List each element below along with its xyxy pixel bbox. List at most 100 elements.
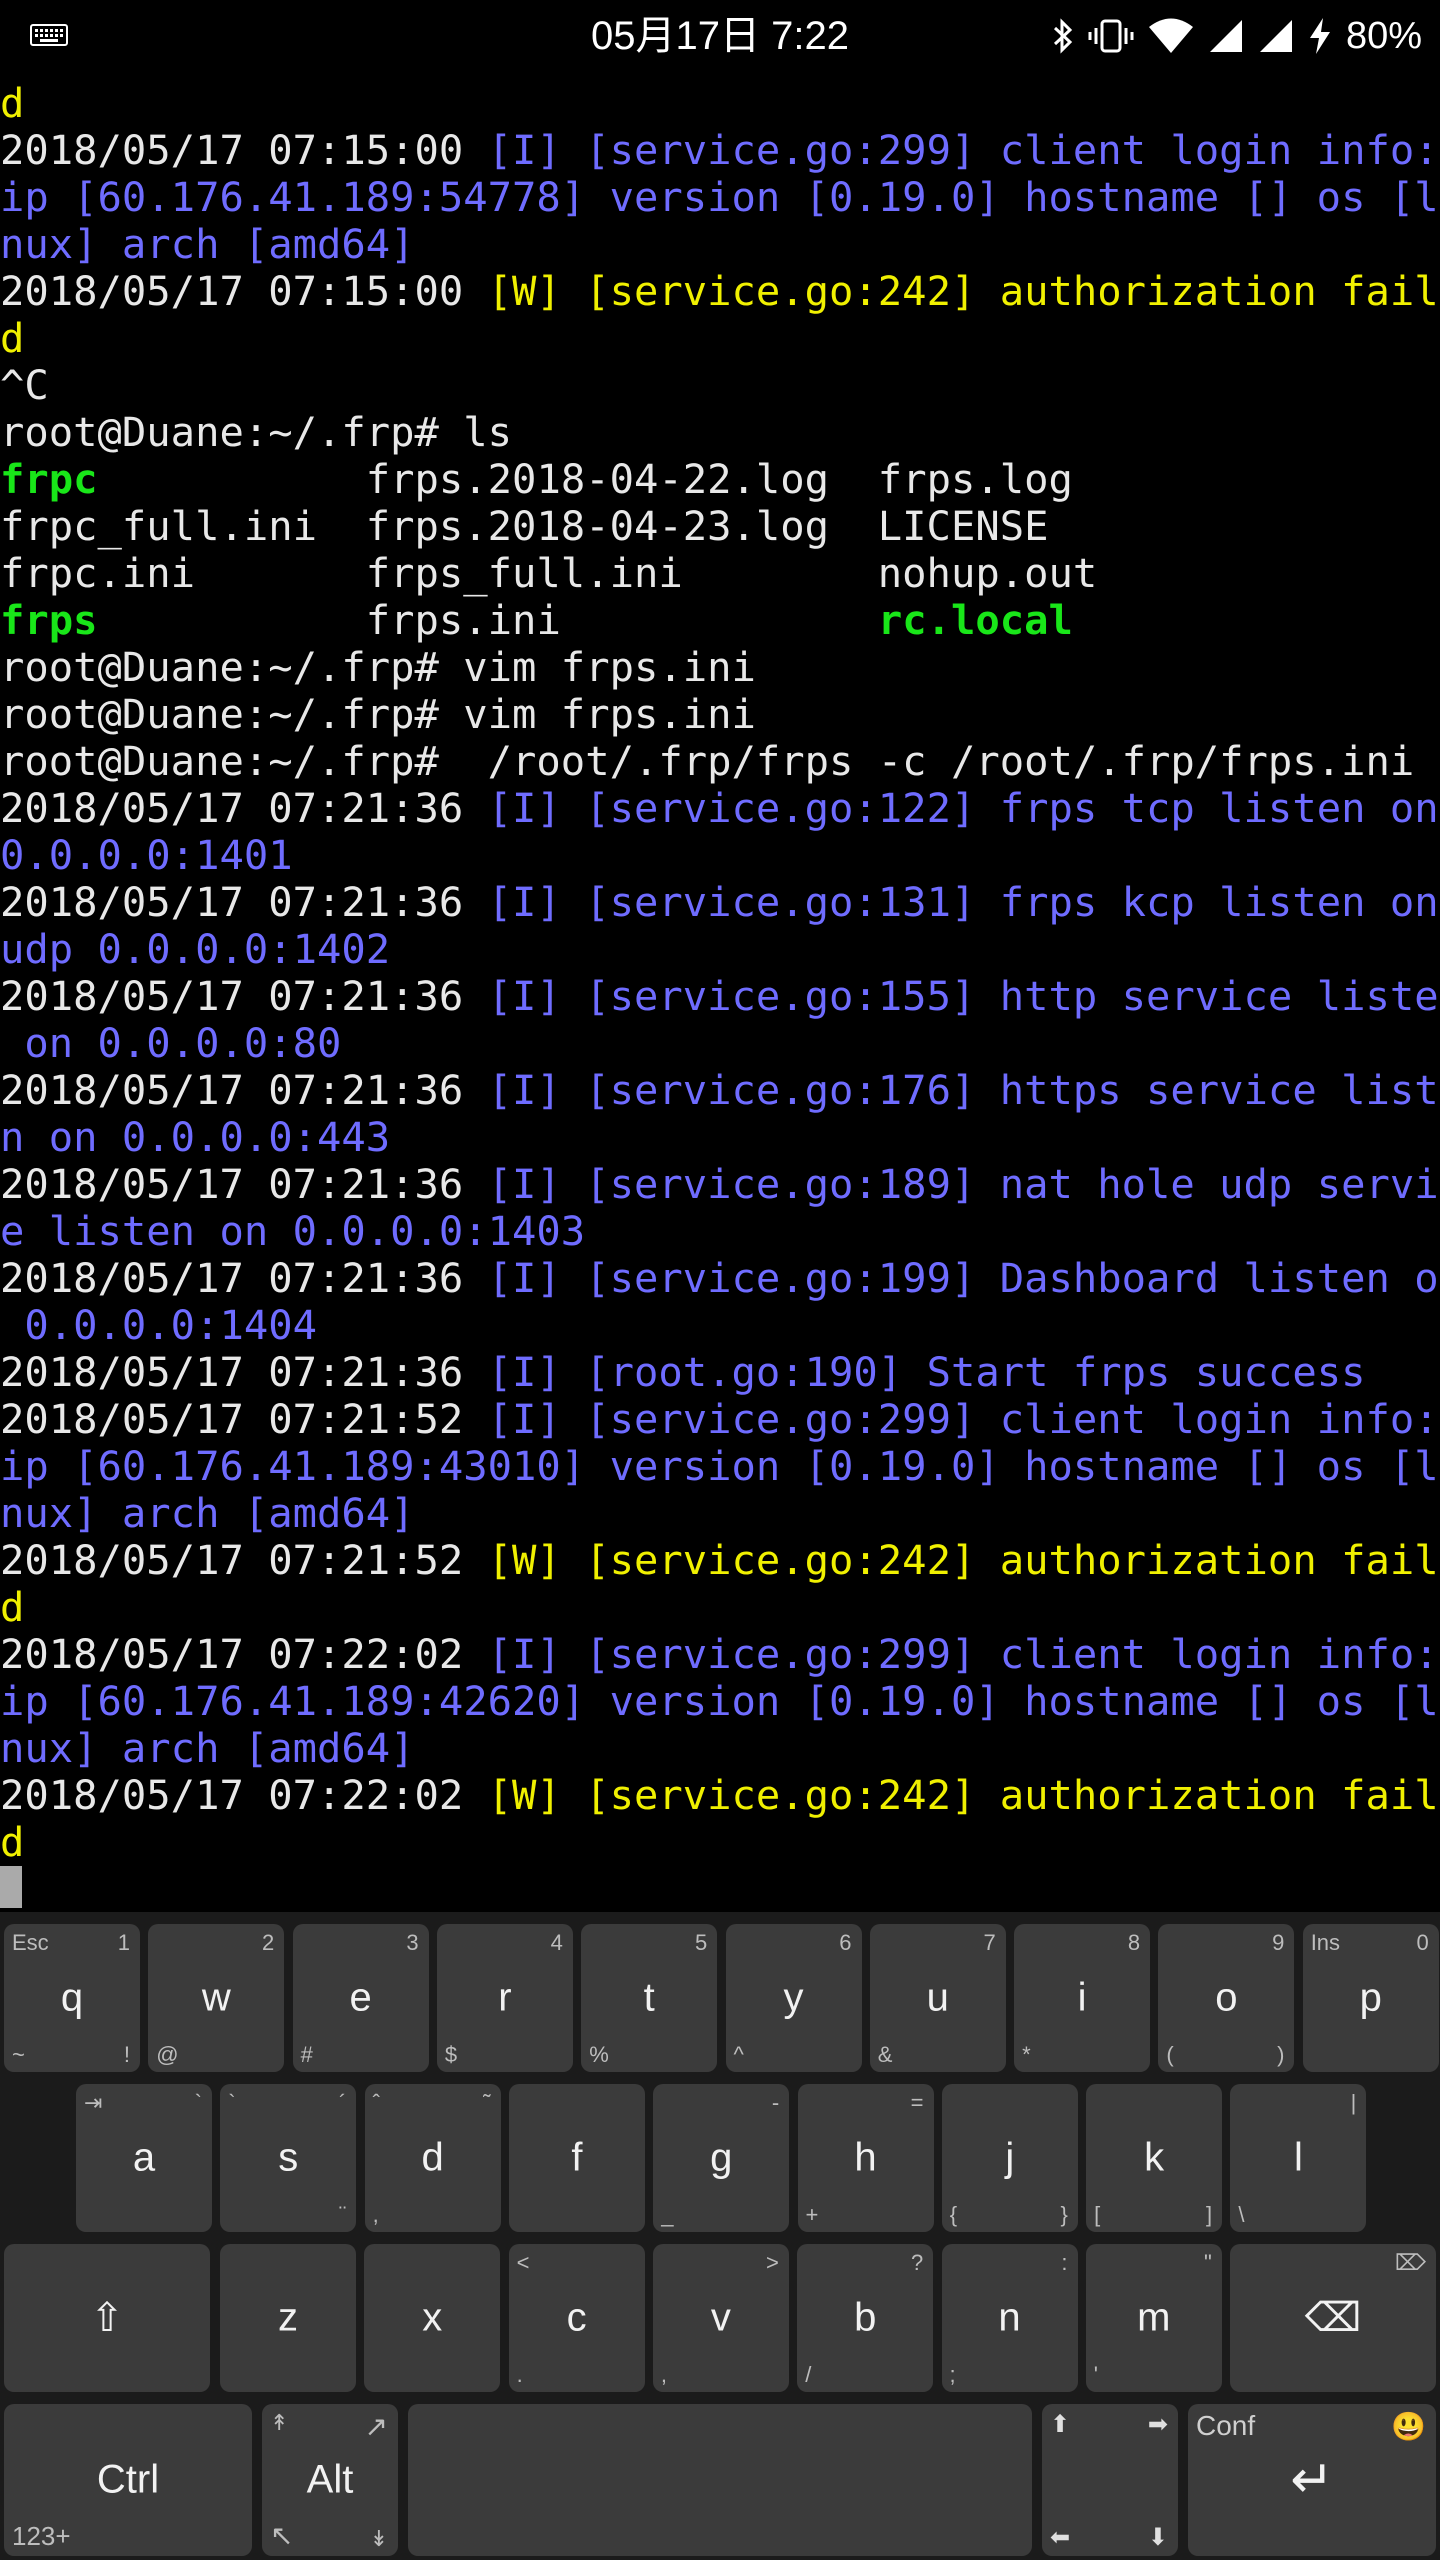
terminal-text: d [0, 314, 25, 362]
terminal-text: [I] [service.go:189] nat hole udp servic [487, 1160, 1440, 1208]
terminal-text: nux] arch [amd64] [0, 1489, 415, 1537]
key-u[interactable]: u 7 & [869, 1924, 1006, 2072]
terminal-line: ip [60.176.41.189:42620] version [0.19.0… [0, 1678, 1440, 1725]
key-label: m [1137, 2295, 1171, 2340]
key-p[interactable]: p Ins 0 [1302, 1924, 1439, 2072]
key-secondary-label: ˜ [483, 2090, 491, 2115]
bluetooth-icon [1053, 18, 1073, 54]
key-s[interactable]: s ` ´ ¨ [220, 2084, 357, 2232]
terminal-line: 2018/05/17 07:21:36 [I] [root.go:190] St… [0, 1349, 1440, 1396]
key-y[interactable]: y 6 ^ [725, 1924, 862, 2072]
key-label: j [1005, 2135, 1015, 2180]
key-d[interactable]: d ˆ ˜, [364, 2084, 501, 2232]
key-secondary-label: * [1022, 2042, 1031, 2067]
key-secondary-label: Esc [12, 1930, 49, 1955]
key-secondary-label: , [660, 2362, 668, 2387]
key-label: s [278, 2135, 299, 2180]
terminal-text: [I] [service.go:131] frps kcp listen on [487, 878, 1439, 926]
terminal-text: 2018/05/17 07:22:02 [0, 1630, 488, 1678]
key-secondary-label: ´ [338, 2090, 347, 2115]
key-q[interactable]: q Esc 1 ~! [4, 1924, 140, 2072]
alt-key[interactable]: Alt ↟ ↗ ↖ ↡ [262, 2404, 398, 2556]
terminal-text: [W] [service.go:242] authorization faile [487, 1771, 1440, 1819]
terminal-line: frpc.ini frps_full.ini nohup.out [0, 550, 1440, 597]
key-g[interactable]: g - _ [653, 2084, 790, 2232]
key-j[interactable]: j {} [941, 2084, 1078, 2232]
key-secondary-label: ¨ [338, 2202, 347, 2227]
terminal-text: frpc [0, 455, 98, 503]
key-label: c [566, 2295, 587, 2340]
key-k[interactable]: k [] [1086, 2084, 1223, 2232]
key-secondary-label: ( [1166, 2042, 1174, 2067]
key-b[interactable]: b? / [797, 2244, 934, 2392]
backspace-key[interactable]: ⌫ ⌦ [1230, 2244, 1436, 2392]
key-label: w [201, 1975, 231, 2020]
key-label: q [60, 1975, 84, 2020]
key-w[interactable]: w 2 @ [148, 1924, 285, 2072]
key-n[interactable]: n:; [941, 2244, 1078, 2392]
key-secondary-label: , [372, 2202, 379, 2227]
key-label: f [571, 2135, 583, 2180]
space-key[interactable] [408, 2404, 1032, 2556]
backspace-icon: ⌫ [1304, 2296, 1362, 2340]
shift-key[interactable]: ⇧ [4, 2244, 210, 2392]
key-secondary-label: + [805, 2202, 819, 2227]
key-secondary-label: = [910, 2090, 924, 2115]
key-secondary-label: ~ [12, 2042, 25, 2067]
key-l[interactable]: l | \ [1230, 2084, 1367, 2232]
terminal-line: 0.0.0.0:1401 [0, 832, 1440, 879]
key-label: d [421, 2135, 444, 2180]
key-r[interactable]: r 4 $ [436, 1924, 573, 2072]
terminal-line: 2018/05/17 07:21:36 [I] [service.go:155]… [0, 973, 1440, 1020]
key-secondary-label: ! [123, 2042, 130, 2067]
key-t[interactable]: t 5% [581, 1924, 718, 2072]
key-h[interactable]: h = + [797, 2084, 934, 2232]
key-secondary-label: ⇥ [84, 2090, 103, 2115]
key-v[interactable]: v >, [652, 2244, 789, 2392]
signal-icon-2 [1259, 20, 1292, 52]
key-secondary-label: & [877, 2042, 893, 2067]
arrow-keys[interactable]: ⬆ ➡ ⬅ ⬇ [1042, 2404, 1178, 2556]
enter-key[interactable]: ↵ Conf 😃 [1188, 2404, 1436, 2556]
key-label: x [422, 2295, 443, 2340]
key-x[interactable]: x [364, 2244, 501, 2392]
wifi-icon [1148, 18, 1193, 53]
terminal-line: d [0, 80, 1440, 127]
ctrl-key[interactable]: Ctrl 123+ [4, 2404, 252, 2556]
key-secondary-label: 9 [1272, 1930, 1285, 1955]
home-icon: ↖ [270, 2520, 294, 2551]
terminal-text: frps.ini [97, 596, 878, 644]
terminal-line: nux] arch [amd64] [0, 221, 1440, 268]
key-secondary-label: 1 [117, 1930, 130, 1955]
key-f[interactable]: f [508, 2084, 645, 2232]
terminal-line: root@Duane:~/.frp# ls [0, 409, 1440, 456]
key-a[interactable]: a ⇥ ` [76, 2084, 212, 2232]
key-e[interactable]: e 3 # [292, 1924, 429, 2072]
terminal-text: frps.2018-04-22.log frps.log [97, 455, 1073, 503]
key-z[interactable]: z [220, 2244, 356, 2392]
key-label: a [132, 2135, 156, 2180]
key-m[interactable]: m " ' [1085, 2244, 1222, 2392]
terminal-output[interactable]: d 2018/05/17 07:15:00 [I] [service.go:299… [0, 80, 1440, 1908]
terminal-line: 2018/05/17 07:21:36 [I] [service.go:199]… [0, 1255, 1440, 1302]
terminal-text: on 0.0.0.0:80 [0, 1019, 342, 1067]
terminal-text: [I] [root.go:190] Start frps success [487, 1348, 1366, 1396]
key-i[interactable]: i 8 * [1014, 1924, 1151, 2072]
key-secondary-label: ) [1277, 2042, 1285, 2067]
terminal-line: n on 0.0.0.0:443 [0, 1114, 1440, 1161]
key-secondary-label: 6 [839, 1930, 852, 1955]
terminal-text: 0.0.0.0:1401 [0, 831, 293, 879]
terminal-text: root@Duane:~/.frp# vim frps.ini [0, 690, 756, 738]
terminal-text: [I] [service.go:176] https service liste [487, 1066, 1440, 1114]
key-secondary-label: Ins [1310, 1930, 1341, 1955]
key-label: l [1293, 2135, 1303, 2180]
key-o[interactable]: o 9 () [1158, 1924, 1295, 2072]
key-secondary-label: 5 [694, 1930, 708, 1955]
terminal-text: 2018/05/17 07:22:02 [0, 1771, 488, 1819]
terminal-text: [I] [service.go:199] Dashboard listen on [487, 1254, 1440, 1302]
terminal-text: 2018/05/17 07:21:36 [0, 972, 488, 1020]
key-c[interactable]: c <. [508, 2244, 645, 2392]
terminal-text: 2018/05/17 07:21:36 [0, 878, 488, 926]
terminal-line: 2018/05/17 07:15:00 [I] [service.go:299]… [0, 127, 1440, 174]
key-label: n [998, 2295, 1021, 2340]
